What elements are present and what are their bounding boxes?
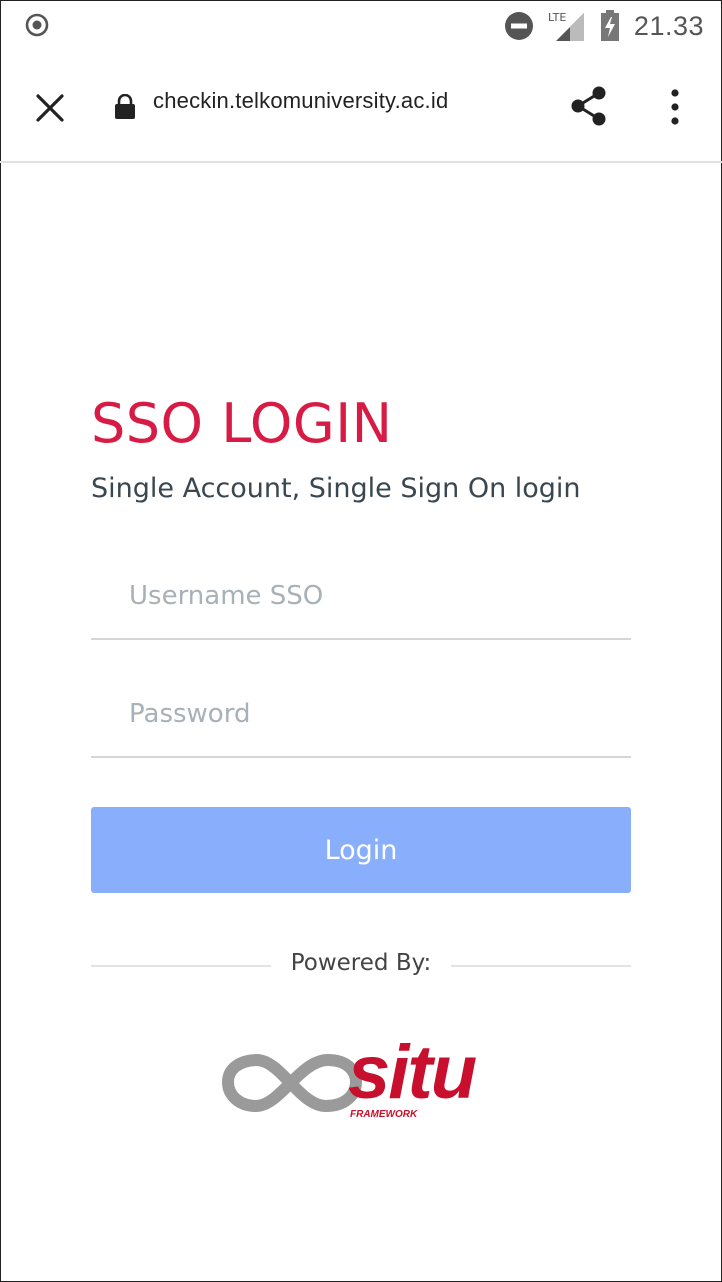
record-icon xyxy=(25,13,49,37)
svg-text:situ: situ xyxy=(348,1030,477,1115)
svg-text:FRAMEWORK: FRAMEWORK xyxy=(350,1109,418,1120)
powered-by-divider: Powered By: xyxy=(91,950,631,980)
url-text[interactable]: checkin.telkomuniversity.ac.id xyxy=(153,88,448,114)
browser-toolbar: checkin.telkomuniversity.ac.id xyxy=(0,54,722,163)
share-icon[interactable] xyxy=(568,84,610,128)
username-input[interactable] xyxy=(91,554,631,638)
page-subtitle: Single Account, Single Sign On login xyxy=(91,473,581,504)
page-title: SSO LOGIN xyxy=(91,392,393,455)
login-button[interactable]: Login xyxy=(91,807,631,893)
divider-right xyxy=(451,965,631,967)
lock-icon xyxy=(115,94,135,119)
close-icon[interactable] xyxy=(30,88,70,128)
status-time: 21.33 xyxy=(633,10,704,41)
password-field xyxy=(91,672,631,758)
do-not-disturb-icon xyxy=(504,12,533,40)
status-icons: LTE 21.33 xyxy=(504,8,704,44)
powered-by-label: Powered By: xyxy=(290,950,432,976)
password-input[interactable] xyxy=(91,672,631,756)
username-field xyxy=(91,554,631,640)
status-bar: LTE 21.33 xyxy=(0,0,722,54)
svg-text:LTE: LTE xyxy=(548,11,566,24)
signal-icon: LTE xyxy=(548,11,584,41)
situ-framework-logo: situ FRAMEWORK xyxy=(222,1030,479,1120)
battery-charging-icon xyxy=(600,10,619,41)
more-vert-icon[interactable] xyxy=(662,86,688,128)
